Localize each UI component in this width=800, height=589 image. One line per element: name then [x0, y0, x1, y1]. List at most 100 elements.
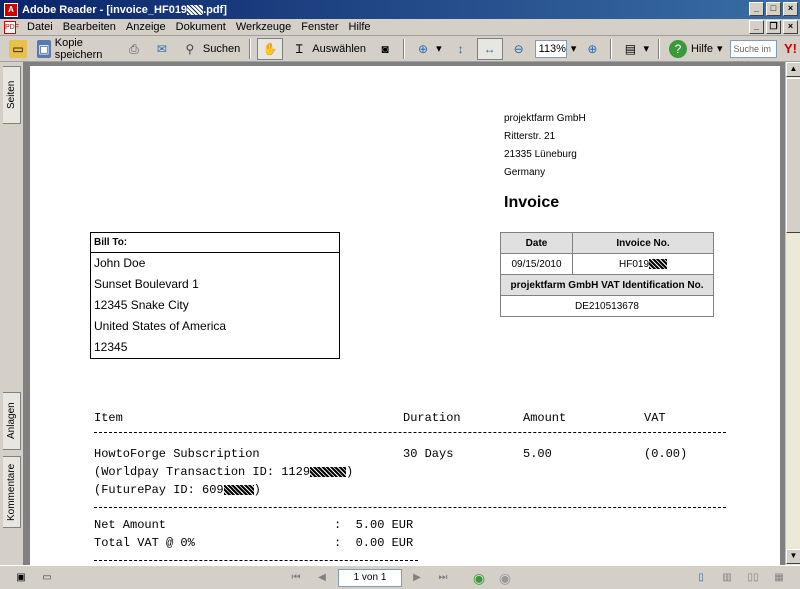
- continuous-facing-view-icon[interactable]: ▦: [770, 569, 788, 587]
- save-copy-button[interactable]: ▣ Kopie speichern: [34, 36, 118, 61]
- adobe-reader-app-icon: A: [4, 2, 18, 17]
- doc-minimize-button[interactable]: _: [749, 20, 764, 34]
- menu-hilfe[interactable]: Hilfe: [344, 21, 376, 33]
- invoice-info-table: Date Invoice No. 09/15/2010 HF019 projek…: [500, 232, 714, 317]
- company-line: 21335 Lüneburg: [504, 149, 577, 160]
- zoom-in-button[interactable]: ⊕: [580, 38, 604, 60]
- last-page-icon[interactable]: ⏭: [434, 569, 452, 587]
- bill-to-box: Bill To: John Doe Sunset Boulevard 1 123…: [90, 232, 340, 359]
- worldpay-line: (Worldpay Transaction ID: 1129): [94, 465, 354, 479]
- document-icon[interactable]: PDF: [4, 20, 19, 34]
- menu-bearbeiten[interactable]: Bearbeiten: [58, 21, 121, 33]
- company-line: Germany: [504, 167, 546, 178]
- help-icon: ?: [668, 39, 687, 58]
- chevron-down-icon: ▾: [717, 43, 723, 55]
- scroll-up-arrow-icon[interactable]: ▲: [786, 62, 800, 77]
- futurepay-text: (FuturePay ID: 609: [94, 483, 224, 497]
- divider: [94, 432, 726, 433]
- total-vat-value: : 0.00 EUR: [334, 536, 414, 550]
- email-button[interactable]: ✉: [150, 38, 174, 60]
- date-header: Date: [500, 232, 573, 254]
- back-view-icon[interactable]: ◉: [470, 569, 488, 587]
- facing-view-icon[interactable]: ▯▯: [744, 569, 762, 587]
- save-copy-label: Kopie speichern: [54, 36, 103, 61]
- hand-tool-button[interactable]: ✋: [257, 37, 284, 60]
- vertical-scrollbar[interactable]: ▲ ▼: [785, 62, 800, 565]
- yahoo-logo-icon: Y!: [784, 41, 797, 56]
- binoculars-icon: ⚲: [185, 41, 195, 56]
- toolbar-separator: [403, 38, 406, 59]
- save-icon: ▣: [37, 39, 51, 58]
- menu-werkzeuge[interactable]: Werkzeuge: [231, 21, 296, 33]
- menu-anzeige[interactable]: Anzeige: [121, 21, 171, 33]
- toolbar-separator: [249, 38, 252, 59]
- line-item-duration: 30 Days: [403, 447, 454, 461]
- bill-to-line: 12345 Snake City: [94, 298, 189, 312]
- col-amount: Amount: [523, 411, 567, 425]
- text-cursor-icon: Ɪ: [295, 41, 303, 56]
- fit-width-button[interactable]: ↔: [476, 37, 503, 60]
- tab-attachments[interactable]: Anlagen: [3, 392, 21, 450]
- previous-page-icon[interactable]: ◀: [313, 569, 331, 587]
- first-page-icon[interactable]: ⏮: [287, 569, 305, 587]
- tab-comments[interactable]: Kommentare: [3, 456, 21, 528]
- toolbar-separator: [610, 38, 613, 59]
- page-layout-icon: ▤: [624, 41, 637, 56]
- futurepay-line: (FuturePay ID: 609): [94, 483, 261, 497]
- continuous-view-icon[interactable]: ▥: [718, 569, 736, 587]
- menu-fenster[interactable]: Fenster: [296, 21, 343, 33]
- chevron-down-icon: ▾: [436, 43, 442, 55]
- help-button[interactable]: ? Hilfe ▾: [666, 38, 726, 60]
- date-value: 09/15/2010: [500, 253, 573, 275]
- redacted-mark: [649, 258, 667, 269]
- company-address: projektfarm GmbH Ritterstr. 21 21335 Lün…: [504, 110, 586, 182]
- menu-datei[interactable]: Datei: [22, 21, 58, 33]
- search-button[interactable]: ⚲ Suchen: [178, 38, 243, 60]
- print-button[interactable]: ⎙: [122, 38, 146, 60]
- tab-pages[interactable]: Seiten: [3, 66, 21, 124]
- zoom-out-button[interactable]: ⊖: [507, 38, 531, 60]
- invoice-no-cell: HF019: [572, 253, 714, 275]
- single-page-view-icon[interactable]: ▯: [692, 569, 710, 587]
- panel-toggle-icon[interactable]: ▣: [12, 569, 30, 587]
- forward-view-icon[interactable]: ◉: [496, 569, 514, 587]
- col-duration: Duration: [403, 411, 461, 425]
- select-label: Auswählen: [312, 42, 367, 55]
- yahoo-button[interactable]: Y!: [781, 38, 800, 60]
- zoom-in-icon: ⊕: [587, 41, 598, 56]
- menu-dokument[interactable]: Dokument: [171, 21, 231, 33]
- zoom-out-icon: ⊖: [513, 41, 524, 56]
- invoice-no-value: HF019: [618, 258, 649, 270]
- email-icon: ✉: [156, 41, 167, 56]
- hand-icon: ✋: [262, 41, 278, 56]
- fit-page-icon: ↕: [457, 41, 464, 56]
- select-tool-button[interactable]: Ɪ Auswählen: [287, 38, 369, 60]
- page-number-field[interactable]: 1 von 1: [338, 569, 402, 587]
- bill-to-line: John Doe: [94, 256, 146, 270]
- net-amount-label: Net Amount: [94, 518, 167, 532]
- line-item-amount: 5.00: [523, 447, 552, 461]
- zoom-dropdown-chevron-icon[interactable]: ▾: [571, 42, 577, 55]
- window-title: Adobe Reader - [invoice_HF019: [22, 3, 188, 16]
- doc-restore-button[interactable]: ❐: [766, 20, 781, 34]
- snapshot-button[interactable]: ◙: [373, 38, 397, 60]
- next-page-icon[interactable]: ▶: [408, 569, 426, 587]
- zoom-tool-button[interactable]: ⊕ ▾: [411, 38, 445, 60]
- maximize-button[interactable]: □: [766, 2, 781, 16]
- scroll-down-arrow-icon[interactable]: ▼: [786, 549, 800, 564]
- company-line: Ritterstr. 21: [504, 131, 556, 142]
- open-button[interactable]: ▭: [6, 38, 30, 60]
- web-search-input[interactable]: Suche im Web: [729, 39, 777, 70]
- doc-close-button[interactable]: ×: [783, 20, 798, 34]
- page-layout-button[interactable]: ▤ ▾: [618, 38, 652, 60]
- close-button[interactable]: ×: [783, 2, 798, 16]
- actual-size-button[interactable]: ↕: [449, 38, 473, 60]
- fit-width-icon: ↔: [483, 41, 496, 56]
- menu-bar: PDF Datei Bearbeiten Anzeige Dokument We…: [0, 19, 800, 36]
- bill-to-line: United States of America: [94, 319, 227, 333]
- redacted-mark: [223, 484, 254, 495]
- minimize-button[interactable]: _: [749, 2, 764, 16]
- window-icon[interactable]: ▭: [38, 569, 56, 587]
- scroll-thumb[interactable]: [786, 78, 800, 233]
- zoom-level-field[interactable]: 113%: [534, 39, 567, 58]
